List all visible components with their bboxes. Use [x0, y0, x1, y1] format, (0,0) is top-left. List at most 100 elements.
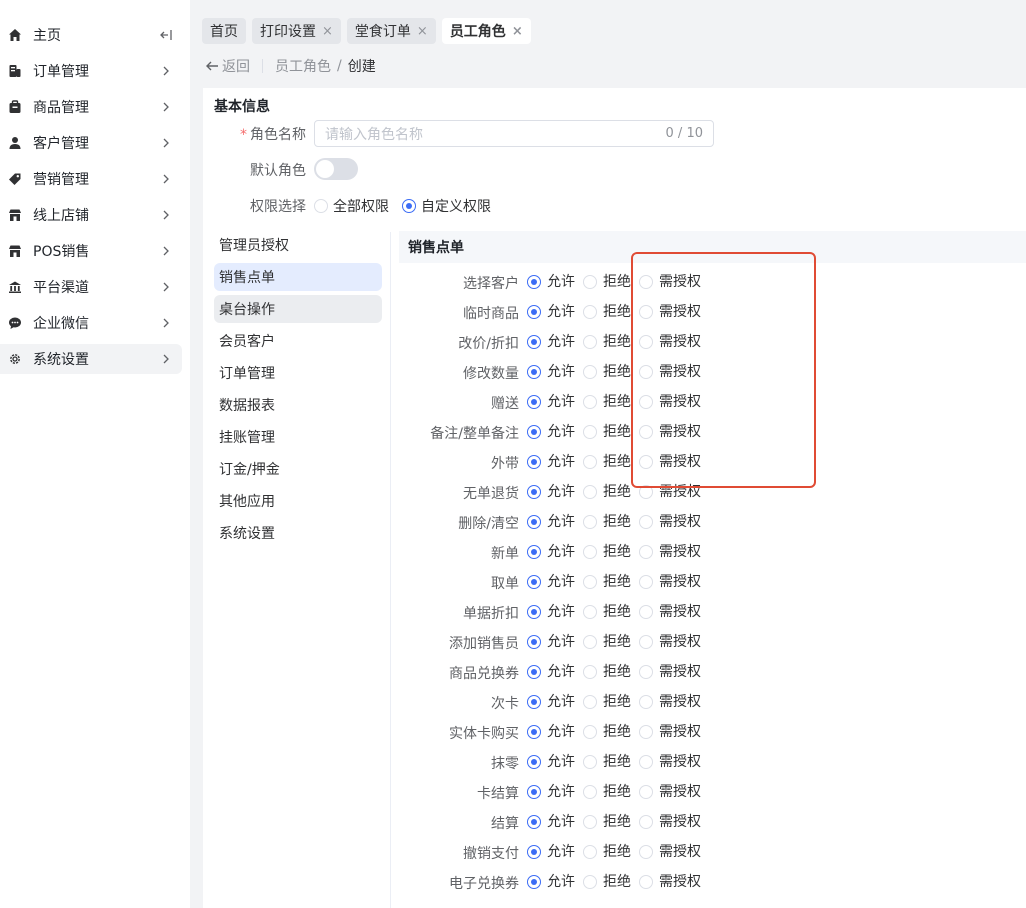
allow-radio[interactable]: 允许 — [527, 635, 575, 649]
require-auth-radio[interactable]: 需授权 — [639, 815, 701, 829]
breadcrumb-parent[interactable]: 员工角色 — [275, 56, 331, 76]
allow-radio[interactable]: 允许 — [527, 815, 575, 829]
allow-radio[interactable]: 允许 — [527, 335, 575, 349]
deny-radio[interactable]: 拒绝 — [583, 815, 631, 829]
deny-radio[interactable]: 拒绝 — [583, 755, 631, 769]
sidebar-item-pos[interactable]: POS销售 — [0, 236, 182, 266]
radio-icon — [583, 815, 597, 829]
require-auth-radio[interactable]: 需授权 — [639, 665, 701, 679]
require-auth-radio[interactable]: 需授权 — [639, 455, 701, 469]
deny-radio[interactable]: 拒绝 — [583, 455, 631, 469]
allow-radio[interactable]: 允许 — [527, 605, 575, 619]
category-admin-auth[interactable]: 管理员授权 — [214, 231, 382, 259]
deny-radio[interactable]: 拒绝 — [583, 335, 631, 349]
require-auth-radio[interactable]: 需授权 — [639, 335, 701, 349]
tab-dine-in-orders[interactable]: 堂食订单 × — [346, 18, 436, 44]
perm-all-radio[interactable]: 全部权限 — [314, 196, 389, 216]
deny-radio[interactable]: 拒绝 — [583, 515, 631, 529]
allow-radio[interactable]: 允许 — [527, 515, 575, 529]
sidebar-item-online-store[interactable]: 线上店铺 — [0, 200, 182, 230]
require-auth-radio[interactable]: 需授权 — [639, 785, 701, 799]
deny-radio[interactable]: 拒绝 — [583, 485, 631, 499]
sidebar-item-marketing[interactable]: 营销管理 — [0, 164, 182, 194]
require-auth-radio[interactable]: 需授权 — [639, 485, 701, 499]
category-sales-order[interactable]: 销售点单 — [214, 263, 382, 291]
category-deposit[interactable]: 订金/押金 — [214, 455, 382, 483]
deny-radio[interactable]: 拒绝 — [583, 695, 631, 709]
sidebar-item-customers[interactable]: 客户管理 — [0, 128, 182, 158]
close-icon[interactable]: × — [417, 24, 428, 39]
require-auth-radio[interactable]: 需授权 — [639, 545, 701, 559]
close-icon[interactable]: × — [512, 24, 523, 39]
deny-radio[interactable]: 拒绝 — [583, 275, 631, 289]
close-icon[interactable]: × — [322, 24, 333, 39]
allow-radio[interactable]: 允许 — [527, 575, 575, 589]
deny-radio[interactable]: 拒绝 — [583, 575, 631, 589]
tab-home[interactable]: 首页 — [202, 18, 246, 44]
allow-radio[interactable]: 允许 — [527, 365, 575, 379]
deny-radio[interactable]: 拒绝 — [583, 605, 631, 619]
require-auth-radio[interactable]: 需授权 — [639, 305, 701, 319]
deny-radio[interactable]: 拒绝 — [583, 665, 631, 679]
require-auth-radio[interactable]: 需授权 — [639, 575, 701, 589]
sidebar-item-label: 系统设置 — [33, 352, 89, 368]
allow-radio[interactable]: 允许 — [527, 785, 575, 799]
allow-radio[interactable]: 允许 — [527, 305, 575, 319]
sidebar-item-orders[interactable]: 订单管理 — [0, 56, 182, 86]
perm-custom-radio[interactable]: 自定义权限 — [402, 196, 491, 216]
require-auth-radio[interactable]: 需授权 — [639, 725, 701, 739]
category-reports[interactable]: 数据报表 — [214, 391, 382, 419]
deny-radio[interactable]: 拒绝 — [583, 785, 631, 799]
collapse-icon[interactable] — [158, 27, 174, 43]
allow-radio[interactable]: 允许 — [527, 875, 575, 889]
require-auth-radio[interactable]: 需授权 — [639, 635, 701, 649]
role-name-input[interactable]: 请输入角色名称 0 / 10 — [314, 120, 714, 147]
back-button[interactable]: 返回 — [205, 56, 250, 76]
deny-radio[interactable]: 拒绝 — [583, 845, 631, 859]
deny-radio[interactable]: 拒绝 — [583, 305, 631, 319]
user-icon — [7, 135, 23, 151]
require-auth-radio[interactable]: 需授权 — [639, 695, 701, 709]
allow-radio[interactable]: 允许 — [527, 845, 575, 859]
tab-print-settings[interactable]: 打印设置 × — [252, 18, 341, 44]
deny-radio[interactable]: 拒绝 — [583, 875, 631, 889]
require-auth-radio[interactable]: 需授权 — [639, 605, 701, 619]
allow-radio[interactable]: 允许 — [527, 725, 575, 739]
allow-radio[interactable]: 允许 — [527, 485, 575, 499]
deny-radio[interactable]: 拒绝 — [583, 545, 631, 559]
sidebar-item-home[interactable]: 主页 — [0, 20, 182, 50]
category-credit[interactable]: 挂账管理 — [214, 423, 382, 451]
allow-radio[interactable]: 允许 — [527, 455, 575, 469]
require-auth-radio[interactable]: 需授权 — [639, 275, 701, 289]
allow-radio[interactable]: 允许 — [527, 275, 575, 289]
tab-staff-role[interactable]: 员工角色 × — [441, 18, 531, 44]
category-system-settings[interactable]: 系统设置 — [214, 519, 382, 547]
sidebar-item-wecom[interactable]: 企业微信 — [0, 308, 182, 338]
category-order-mgmt[interactable]: 订单管理 — [214, 359, 382, 387]
deny-radio[interactable]: 拒绝 — [583, 425, 631, 439]
category-table-ops[interactable]: 桌台操作 — [214, 295, 382, 323]
require-auth-radio[interactable]: 需授权 — [639, 515, 701, 529]
category-members[interactable]: 会员客户 — [214, 327, 382, 355]
deny-radio[interactable]: 拒绝 — [583, 725, 631, 739]
deny-radio[interactable]: 拒绝 — [583, 365, 631, 379]
require-auth-radio[interactable]: 需授权 — [639, 875, 701, 889]
allow-radio[interactable]: 允许 — [527, 425, 575, 439]
require-auth-radio[interactable]: 需授权 — [639, 755, 701, 769]
default-role-switch[interactable] — [314, 158, 358, 180]
sidebar-item-goods[interactable]: 商品管理 — [0, 92, 182, 122]
category-other-apps[interactable]: 其他应用 — [214, 487, 382, 515]
deny-radio[interactable]: 拒绝 — [583, 635, 631, 649]
allow-radio[interactable]: 允许 — [527, 665, 575, 679]
allow-radio[interactable]: 允许 — [527, 755, 575, 769]
require-auth-radio[interactable]: 需授权 — [639, 395, 701, 409]
require-auth-radio[interactable]: 需授权 — [639, 365, 701, 379]
allow-radio[interactable]: 允许 — [527, 695, 575, 709]
deny-radio[interactable]: 拒绝 — [583, 395, 631, 409]
sidebar-item-channels[interactable]: 平台渠道 — [0, 272, 182, 302]
require-auth-radio[interactable]: 需授权 — [639, 845, 701, 859]
allow-radio[interactable]: 允许 — [527, 395, 575, 409]
allow-radio[interactable]: 允许 — [527, 545, 575, 559]
sidebar-item-system-settings[interactable]: 系统设置 — [0, 344, 182, 374]
require-auth-radio[interactable]: 需授权 — [639, 425, 701, 439]
